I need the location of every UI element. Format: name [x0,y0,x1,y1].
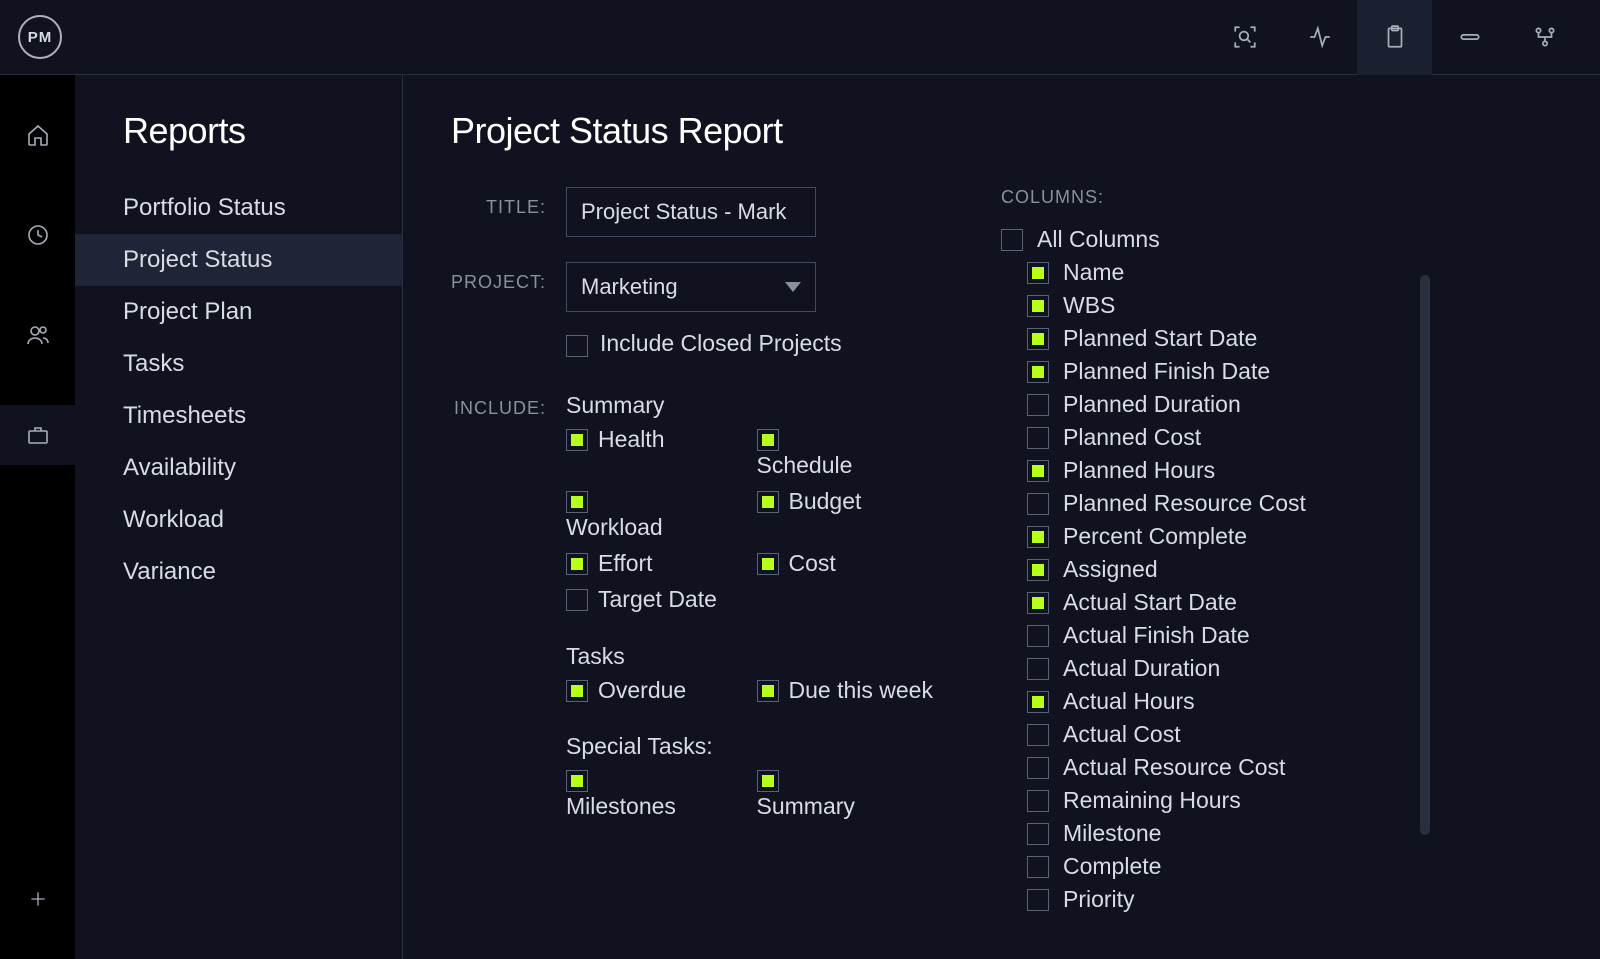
column-name[interactable]: Name [1027,259,1413,286]
include-closed-checkbox[interactable]: Include Closed Projects [566,330,941,357]
include-special-milestones[interactable]: Milestones [566,766,751,822]
left-rail [0,75,75,959]
sidebar-item-tasks[interactable]: Tasks [75,338,402,390]
include-workload[interactable]: Workload [566,487,751,543]
sidebar-title: Reports [75,110,402,182]
include-effort-box[interactable] [566,553,588,575]
chevron-down-icon [785,282,801,292]
search-scan-icon[interactable] [1207,0,1282,75]
activity-icon[interactable] [1282,0,1357,75]
column-planned-resource-cost[interactable]: Planned Resource Cost [1027,490,1413,517]
column-planned-finish-date[interactable]: Planned Finish Date [1027,358,1413,385]
sidebar-item-project-plan[interactable]: Project Plan [75,286,402,338]
include-health-box[interactable] [566,429,588,451]
rail-briefcase[interactable] [0,405,75,465]
report-form: TITLE: PROJECT: Marketing [451,187,941,959]
column-planned-duration[interactable]: Planned Duration [1027,391,1413,418]
rail-people[interactable] [0,305,75,365]
tasks-heading: Tasks [566,643,941,670]
include-task-due-this-week[interactable]: Due this week [757,676,942,706]
column-all-columns[interactable]: All Columns [1001,226,1413,253]
title-label: TITLE: [451,187,566,218]
scrollbar-thumb[interactable] [1420,275,1430,835]
column-planned-hours[interactable]: Planned Hours [1027,457,1413,484]
column-planned-cost[interactable]: Planned Cost [1027,424,1413,451]
column-actual-finish-date[interactable]: Actual Finish Date [1027,622,1413,649]
summary-heading: Summary [566,392,941,419]
column-actual-cost[interactable]: Actual Cost [1027,721,1413,748]
logo[interactable]: PM [18,15,62,59]
rail-home[interactable] [0,105,75,165]
page-title: Project Status Report [451,110,1580,152]
include-workload-box[interactable] [566,491,588,513]
main-content: Project Status Report TITLE: PROJECT: [403,75,1600,959]
column-actual-duration[interactable]: Actual Duration [1027,655,1413,682]
flow-icon[interactable] [1507,0,1582,75]
reports-sidebar: Reports Portfolio StatusProject StatusPr… [75,75,403,959]
include-special-milestones-box[interactable] [566,770,588,792]
clipboard-icon[interactable] [1357,0,1432,75]
columns-list[interactable]: All Columns Name WBS Planned Start Date Plan… [1001,226,1431,959]
column-assigned[interactable]: Assigned [1027,556,1413,583]
attachment-icon[interactable] [1432,0,1507,75]
app-root: PM [0,0,1600,959]
topbar-tools [1207,0,1582,75]
special-heading: Special Tasks: [566,733,941,760]
project-label: PROJECT: [451,262,566,293]
column-percent-complete[interactable]: Percent Complete [1027,523,1413,550]
sidebar-item-timesheets[interactable]: Timesheets [75,390,402,442]
body: Reports Portfolio StatusProject StatusPr… [0,75,1600,959]
column-complete[interactable]: Complete [1027,853,1413,880]
column-milestone[interactable]: Milestone [1027,820,1413,847]
include-special-summary-box[interactable] [757,770,779,792]
include-schedule[interactable]: Schedule [757,425,942,481]
include-task-overdue-box[interactable] [566,680,588,702]
include-task-overdue[interactable]: Overdue [566,676,751,706]
column-remaining-hours[interactable]: Remaining Hours [1027,787,1413,814]
rail-add[interactable] [0,869,75,929]
sidebar-item-variance[interactable]: Variance [75,546,402,598]
include-cost[interactable]: Cost [757,549,942,579]
sidebar-item-project-status[interactable]: Project Status [75,234,402,286]
column-priority[interactable]: Priority [1027,886,1413,913]
sidebar-item-availability[interactable]: Availability [75,442,402,494]
include-task-due-this-week-box[interactable] [757,680,779,702]
column-actual-start-date[interactable]: Actual Start Date [1027,589,1413,616]
columns-panel: COLUMNS: All Columns Name WBS Planned Start… [1001,187,1431,959]
column-actual-hours[interactable]: Actual Hours [1027,688,1413,715]
columns-heading: COLUMNS: [1001,187,1431,208]
include-special-summary[interactable]: Summary [757,766,942,822]
include-budget[interactable]: Budget [757,487,942,543]
sidebar-item-workload[interactable]: Workload [75,494,402,546]
include-cost-box[interactable] [757,553,779,575]
title-input[interactable] [566,187,816,237]
include-effort[interactable]: Effort [566,549,751,579]
column-wbs[interactable]: WBS [1027,292,1413,319]
include-health[interactable]: Health [566,425,751,481]
project-select[interactable]: Marketing [566,262,816,312]
include-target-date[interactable]: Target Date [566,585,751,615]
include-label: INCLUDE: [451,388,566,419]
topbar: PM [0,0,1600,75]
include-budget-box[interactable] [757,491,779,513]
include-target-date-box[interactable] [566,589,588,611]
rail-recent[interactable] [0,205,75,265]
column-planned-start-date[interactable]: Planned Start Date [1027,325,1413,352]
column-actual-resource-cost[interactable]: Actual Resource Cost [1027,754,1413,781]
include-schedule-box[interactable] [757,429,779,451]
sidebar-item-portfolio-status[interactable]: Portfolio Status [75,182,402,234]
